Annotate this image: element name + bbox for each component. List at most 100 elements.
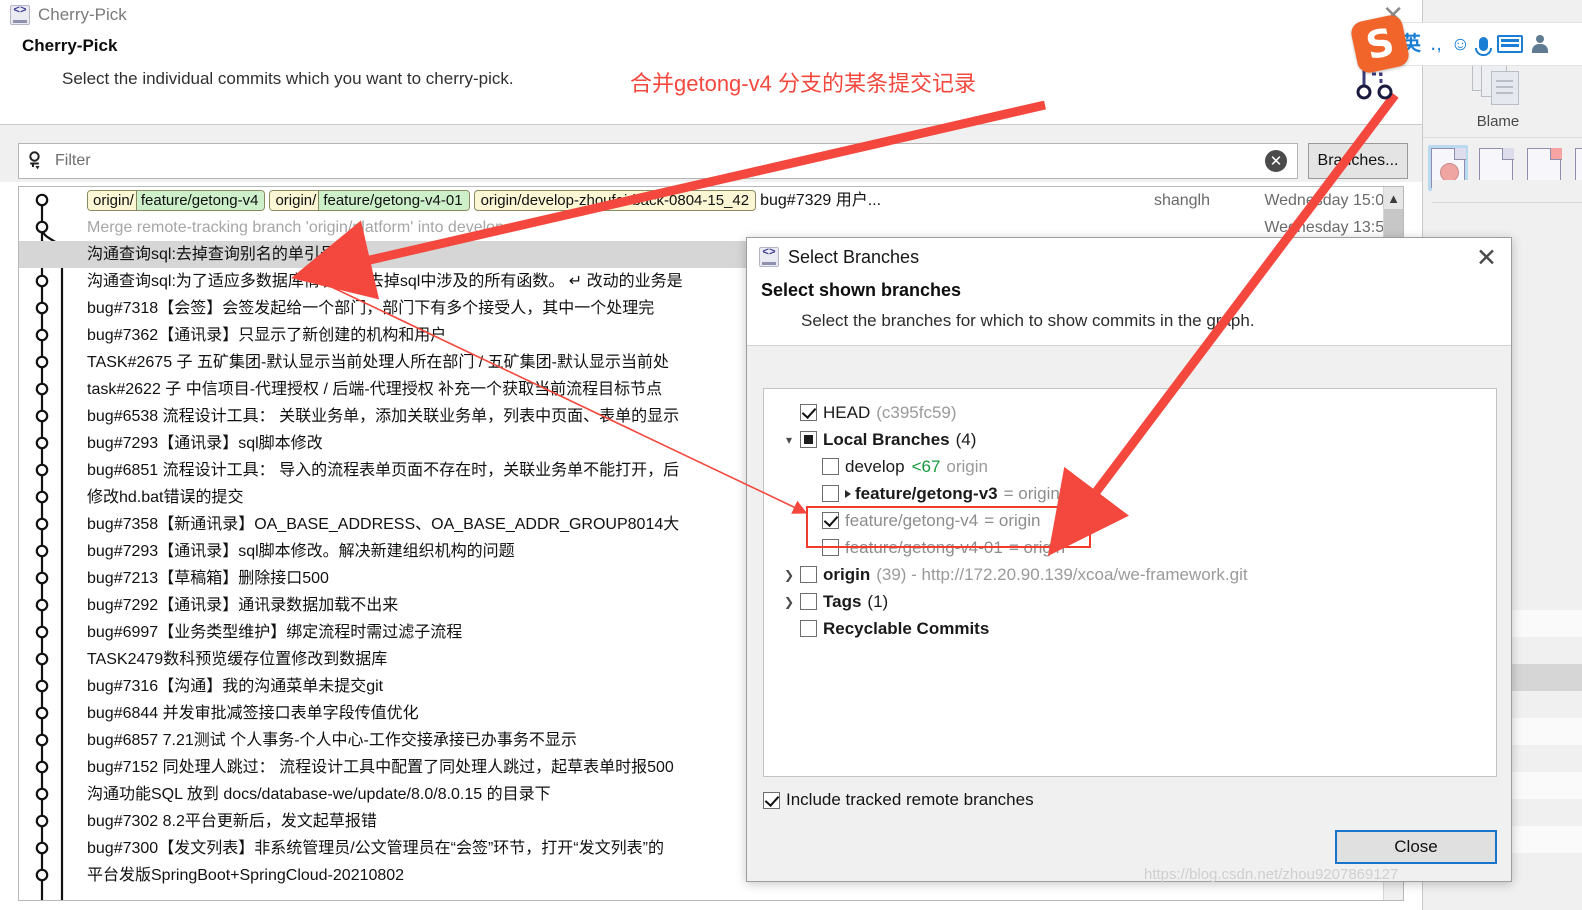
search-input[interactable] — [53, 151, 1255, 171]
blame-button-label: Blame — [1476, 113, 1520, 130]
select-branches-dialog: Select Branches ✕ Select shown branches … — [746, 237, 1512, 882]
tree-item-tags[interactable]: ❯ Tags (1) — [778, 588, 1496, 615]
graph-cell — [19, 673, 83, 700]
filter-bar[interactable]: ✕ — [18, 143, 1298, 179]
graph-cell — [19, 268, 83, 295]
graph-cell — [19, 430, 83, 457]
punctuation-icon[interactable]: ․, — [1430, 35, 1442, 54]
branch-ref-pill[interactable]: origin/develop-zhoufei-back-0804-15_42 — [473, 190, 757, 212]
graph-cell — [19, 754, 83, 781]
graph-cell — [19, 808, 83, 835]
tree-item-label: feature/getong-v3 — [855, 483, 998, 503]
tree-item-label: Recyclable Commits — [823, 618, 990, 638]
commit-message-text: bug#7329 用户... — [760, 192, 882, 209]
graph-cell — [19, 862, 83, 889]
branches-button-label: Branches... — [1317, 152, 1399, 169]
close-button-label: Close — [1394, 837, 1438, 856]
annotation-highlight-box — [806, 506, 1091, 548]
tree-item-label: origin — [823, 564, 871, 584]
checkbox-tags[interactable] — [800, 593, 817, 610]
chevron-right-icon[interactable]: ❯ — [778, 568, 800, 582]
graph-cell — [19, 538, 83, 565]
branch-ref-pill[interactable]: origin/feature/getong-v4 — [87, 190, 266, 212]
cherry-pick-titlebar: Cherry-Pick — [0, 0, 1422, 30]
branches-button[interactable]: Branches... — [1308, 143, 1408, 179]
graph-cell — [19, 727, 83, 754]
tree-item-tracking: = origin — [1003, 483, 1060, 503]
graph-cell — [19, 484, 83, 511]
include-remote-label: Include tracked remote branches — [786, 790, 1034, 809]
graph-cell — [19, 403, 83, 430]
graph-cell — [19, 592, 83, 619]
graph-cell — [19, 214, 83, 241]
chevron-right-icon[interactable]: ❯ — [778, 595, 800, 609]
ref-local: feature/getong-v4 — [135, 191, 265, 211]
graph-cell — [19, 565, 83, 592]
close-icon: ✕ — [1265, 150, 1287, 172]
tree-item-head[interactable]: HEAD (c395fc59) — [778, 399, 1496, 426]
emoji-icon[interactable]: ☺ — [1451, 35, 1470, 54]
branch-tree[interactable]: HEAD (c395fc59) ▾ Local Branches (4) dev… — [763, 388, 1497, 777]
graph-cell — [19, 646, 83, 673]
checkbox-develop[interactable] — [822, 458, 839, 475]
chevron-down-icon[interactable]: ▾ — [778, 433, 800, 447]
scrollbar-thumb[interactable] — [1384, 209, 1403, 237]
table-row[interactable]: origin/feature/getong-v4 origin/feature/g… — [19, 187, 1403, 214]
tree-item-suffix: (39) - http://172.20.90.139/xcoa/we-fram… — [876, 564, 1248, 584]
scroll-up-button[interactable]: ▲ — [1384, 187, 1403, 209]
person-icon[interactable] — [1532, 35, 1549, 53]
graph-cell — [19, 700, 83, 727]
chevron-right-icon[interactable] — [845, 489, 851, 498]
graph-cell — [19, 835, 83, 862]
code-brackets-icon — [759, 247, 779, 267]
graph-cell — [19, 187, 83, 214]
keyboard-icon[interactable] — [1497, 35, 1524, 53]
tree-item-label: Tags — [823, 591, 862, 611]
tree-item-feature-getong-v3[interactable]: feature/getong-v3 = origin — [778, 480, 1496, 507]
graph-cell — [19, 376, 83, 403]
graph-cell — [19, 349, 83, 376]
graph-cell — [19, 295, 83, 322]
graph-cell — [19, 322, 83, 349]
tree-item-suffix: (c395fc59) — [876, 402, 957, 422]
tree-item-label: Local Branches — [823, 429, 950, 449]
watermark: https://blog.csdn.net/zhou9207869127 — [1144, 866, 1399, 883]
window-title: Cherry-Pick — [38, 5, 127, 24]
clear-filter-button[interactable]: ✕ — [1255, 150, 1297, 172]
graph-cell — [19, 457, 83, 484]
blame-documents-icon — [1472, 59, 1524, 109]
checkbox-head[interactable] — [800, 404, 817, 421]
checkbox-local-branches[interactable] — [800, 431, 817, 448]
graph-cell — [19, 511, 83, 538]
page-title: Cherry-Pick — [22, 36, 118, 55]
mic-icon[interactable] — [1475, 37, 1493, 56]
tree-item-tracking: origin — [946, 456, 988, 476]
graph-cell — [19, 241, 83, 268]
dialog-close-action-button[interactable]: Close — [1335, 830, 1497, 864]
ref-remote: origin/ — [88, 191, 136, 211]
search-person-icon — [19, 144, 53, 178]
ref-local: feature/getong-v4-01 — [318, 191, 469, 211]
graph-cell — [19, 781, 83, 808]
branch-ref-pill[interactable]: origin/feature/getong-v4-01 — [269, 190, 470, 212]
checkbox-recyclable-commits[interactable] — [800, 620, 817, 637]
include-remote-branches-row[interactable]: Include tracked remote branches — [763, 790, 1034, 810]
dialog-title: Select Branches — [788, 246, 920, 267]
tree-item-label: HEAD — [823, 402, 871, 422]
checkbox-include-remote[interactable] — [763, 791, 780, 809]
tree-item-label: develop — [845, 456, 905, 476]
dialog-close-button[interactable]: ✕ — [1476, 243, 1497, 273]
sogou-logo[interactable]: S — [1349, 13, 1411, 75]
tree-item-origin[interactable]: ❯ origin (39) - http://172.20.90.139/xco… — [778, 561, 1496, 588]
checkbox-feature-getong-v3[interactable] — [822, 485, 839, 502]
background-date-header — [1432, 180, 1582, 203]
tree-item-recyclable-commits[interactable]: Recyclable Commits — [778, 615, 1496, 642]
ref-remote: origin/ — [270, 191, 319, 211]
dialog-description: Select the branches for which to show co… — [801, 311, 1255, 330]
tree-item-local-branches[interactable]: ▾ Local Branches (4) — [778, 426, 1496, 453]
tree-item-ahead-behind: <67 — [911, 456, 941, 476]
tree-item-develop[interactable]: develop <67 origin — [778, 453, 1496, 480]
annotation-text: 合并getong-v4 分支的某条提交记录 — [630, 71, 976, 96]
graph-cell — [19, 619, 83, 646]
checkbox-origin[interactable] — [800, 566, 817, 583]
